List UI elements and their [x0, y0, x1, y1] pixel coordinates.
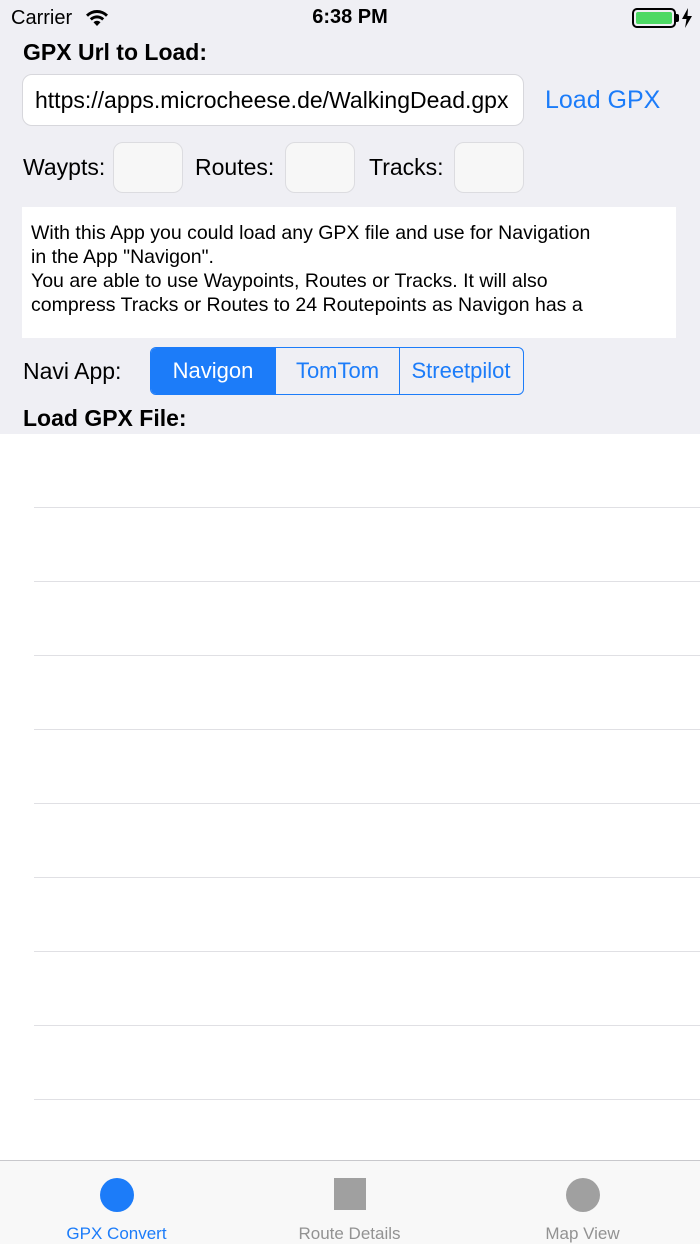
navi-app-selector: Navigon TomTom Streetpilot: [150, 347, 524, 395]
description-line: With this App you could load any GPX fil…: [31, 222, 591, 244]
routes-label: Routes:: [195, 154, 275, 180]
description-text[interactable]: With this App you could load any GPX fil…: [22, 207, 676, 338]
tab-label: Route Details: [298, 1224, 401, 1243]
description-line: You are able to use Waypoints, Routes or…: [31, 270, 548, 292]
tab-gpx-convert[interactable]: GPX Convert: [0, 1161, 233, 1244]
circle-icon: [565, 1177, 601, 1218]
app-screen: Carrier 6:38 PM GPX Url to Load: https:/…: [0, 0, 700, 1244]
file-list-row[interactable]: [34, 730, 700, 804]
charging-icon: [681, 8, 693, 33]
tab-bar: GPX Convert Route Details Map View: [0, 1160, 700, 1244]
file-list-row[interactable]: [34, 878, 700, 952]
navi-app-label: Navi App:: [23, 358, 122, 384]
battery-icon: [632, 8, 676, 28]
file-list-row[interactable]: [34, 508, 700, 582]
description-line: in the App "Navigon".: [31, 246, 214, 268]
url-input-value: https://apps.microcheese.de/WalkingDead.…: [35, 86, 509, 113]
file-list-row[interactable]: [34, 434, 700, 508]
url-heading: GPX Url to Load:: [23, 39, 207, 65]
segment-tomtom[interactable]: TomTom: [276, 348, 400, 394]
file-list-row[interactable]: [34, 1026, 700, 1100]
clock: 6:38 PM: [312, 6, 388, 28]
tracks-count-field[interactable]: [454, 142, 524, 193]
file-list-row[interactable]: [34, 582, 700, 656]
segment-navigon[interactable]: Navigon: [151, 348, 276, 394]
waypoints-label: Waypts:: [23, 154, 106, 180]
file-list-row[interactable]: [34, 656, 700, 730]
segment-streetpilot[interactable]: Streetpilot: [400, 348, 522, 394]
waypoints-count-field[interactable]: [113, 142, 183, 193]
tab-label: GPX Convert: [66, 1224, 167, 1243]
file-list-row[interactable]: [34, 952, 700, 1026]
tab-label: Map View: [545, 1224, 620, 1243]
square-icon: [333, 1177, 367, 1216]
tab-route-details[interactable]: Route Details: [233, 1161, 466, 1244]
description-line: compress Tracks or Routes to 24 Routepoi…: [31, 294, 583, 316]
file-list-heading: Load GPX File:: [23, 405, 187, 431]
circle-icon: [99, 1177, 135, 1218]
tracks-label: Tracks:: [369, 154, 444, 180]
gpx-file-list[interactable]: [0, 434, 700, 1174]
tab-map-view[interactable]: Map View: [466, 1161, 699, 1244]
load-gpx-button[interactable]: Load GPX: [545, 86, 660, 115]
status-bar: Carrier 6:38 PM: [0, 0, 700, 36]
battery-cap: [676, 14, 679, 22]
url-input[interactable]: https://apps.microcheese.de/WalkingDead.…: [22, 74, 524, 126]
routes-count-field[interactable]: [285, 142, 355, 193]
file-list-row[interactable]: [34, 804, 700, 878]
